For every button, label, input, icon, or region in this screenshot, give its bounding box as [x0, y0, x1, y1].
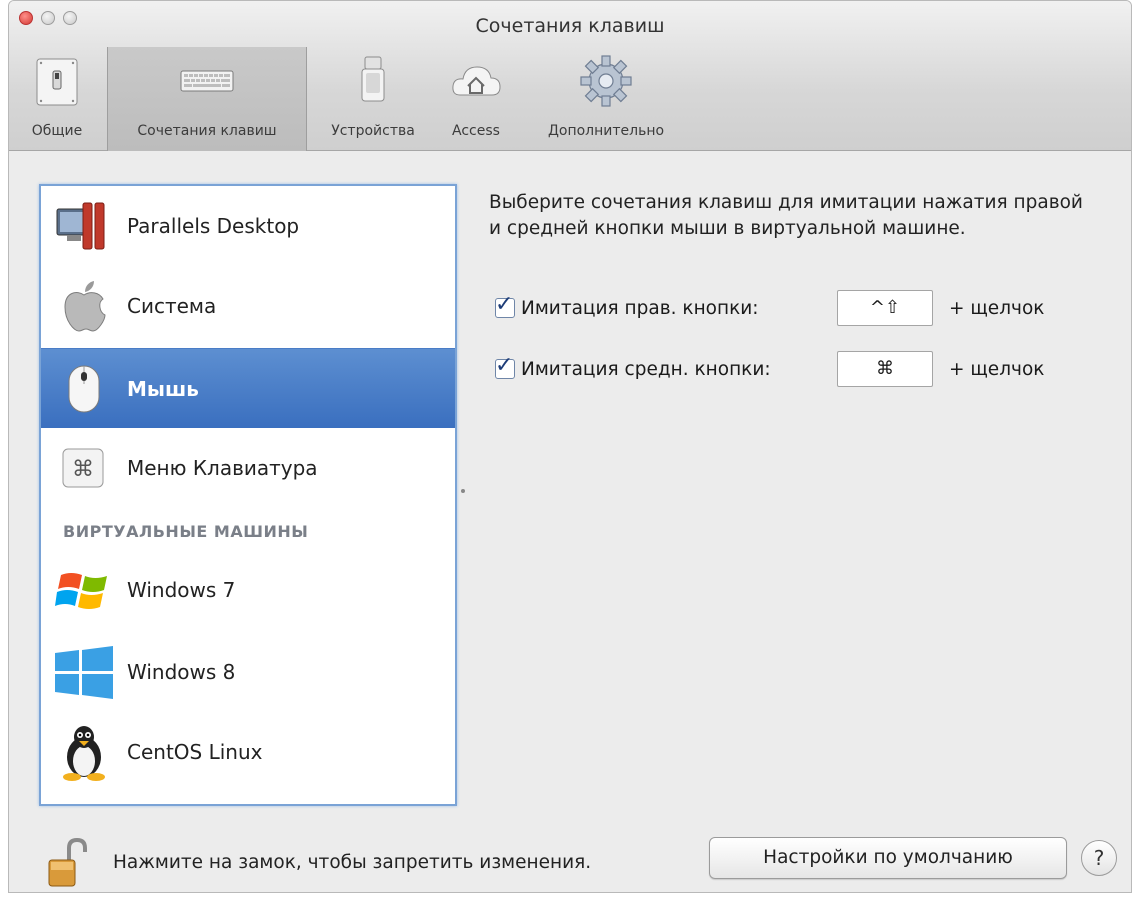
tab-general[interactable]: Общие [9, 47, 105, 151]
checkmark-icon: ✓ [495, 292, 514, 317]
tab-devices[interactable]: Устройства [313, 47, 433, 151]
tab-general-label: Общие [31, 123, 83, 139]
sidebar-item-mouse[interactable]: Мышь [41, 348, 455, 428]
sidebar-item-label: Windows 8 [127, 660, 236, 684]
middle-click-suffix: + щелчок [949, 358, 1045, 380]
sidebar-item-system[interactable]: Система [41, 266, 455, 346]
shortcuts-description: Выберите сочетания клавиш для имитации н… [489, 192, 1083, 239]
sidebar-item-centos-linux[interactable]: CentOS Linux [41, 712, 455, 792]
tab-advanced[interactable]: Дополнительно [521, 47, 691, 151]
sidebar-item-windows-8[interactable]: Windows 8 [41, 632, 455, 712]
sidebar-item-label: Parallels Desktop [127, 214, 300, 238]
windows8-icon [55, 646, 113, 699]
general-switch-icon [36, 58, 78, 106]
tab-access[interactable]: Access [435, 47, 517, 151]
sidebar-item-parallels-desktop[interactable]: Parallels Desktop [41, 186, 455, 266]
cloud-home-icon [452, 66, 501, 96]
title-bar: Сочетания клавиш Общие Сочетания клавиш … [9, 1, 1131, 151]
preferences-content: Parallels Desktop Система Мышь ⌘ Меню Кл… [9, 152, 1131, 892]
lock-icon[interactable] [47, 838, 87, 888]
split-view-handle[interactable] [461, 489, 465, 493]
middle-click-checkbox[interactable]: ✓ [495, 353, 515, 379]
checkmark-icon: ✓ [495, 353, 514, 378]
middle-click-shortcut-field[interactable]: ⌘ [837, 351, 933, 387]
parallels-icon [56, 202, 105, 250]
tab-devices-label: Устройства [331, 123, 415, 139]
category-list[interactable]: Parallels Desktop Система Мышь ⌘ Меню Кл… [39, 184, 457, 806]
middle-click-label: Имитация средн. кнопки: [521, 358, 771, 380]
right-click-label: Имитация прав. кнопки: [521, 297, 759, 319]
command-key-icon: ⌘ [62, 448, 104, 488]
right-click-shortcut-field[interactable]: ^⇧ [837, 290, 933, 326]
sidebar-item-windows-7[interactable]: Windows 7 [41, 550, 455, 630]
sidebar-item-label: Меню Клавиатура [127, 456, 318, 480]
sidebar-item-label: Мышь [127, 376, 199, 401]
apple-icon [64, 281, 106, 332]
right-click-suffix: + щелчок [949, 297, 1045, 319]
help-button[interactable]: ? [1081, 840, 1117, 876]
sidebar-item-label: Windows 7 [127, 578, 236, 602]
sidebar-item-keyboard-menu[interactable]: ⌘ Меню Клавиатура [41, 428, 455, 508]
right-click-row: ✓ Имитация прав. кнопки: ^⇧ + щелчок [495, 290, 1044, 326]
right-click-checkbox[interactable]: ✓ [495, 292, 515, 318]
virtual-machines-header: ВИРТУАЛЬНЫЕ МАШИНЫ [63, 522, 309, 541]
svg-text:⌘: ⌘ [72, 457, 94, 482]
tab-shortcuts[interactable]: Сочетания клавиш [107, 47, 307, 151]
preferences-window: Сочетания клавиш Общие Сочетания клавиш … [8, 0, 1132, 893]
tab-advanced-label: Дополнительно [547, 123, 665, 139]
lock-hint-text: Нажмите на замок, чтобы запретить измене… [113, 852, 592, 873]
tab-shortcuts-label: Сочетания клавиш [137, 123, 277, 139]
linux-tux-icon [63, 726, 105, 781]
preferences-toolbar: Общие Сочетания клавиш Устройства Access… [9, 47, 1131, 151]
restore-defaults-button[interactable]: Настройки по умолчанию [709, 837, 1067, 879]
usb-device-icon [361, 56, 385, 102]
middle-click-row: ✓ Имитация средн. кнопки: ⌘ + щелчок [495, 351, 1044, 387]
window-title: Сочетания клавиш [475, 15, 665, 37]
windows7-icon [55, 573, 107, 609]
sidebar-item-label: CentOS Linux [127, 740, 263, 764]
gear-icon [580, 55, 632, 107]
tab-access-label: Access [452, 123, 500, 139]
keyboard-icon [180, 70, 234, 92]
mouse-icon [68, 365, 100, 412]
sidebar-item-label: Система [127, 294, 217, 318]
